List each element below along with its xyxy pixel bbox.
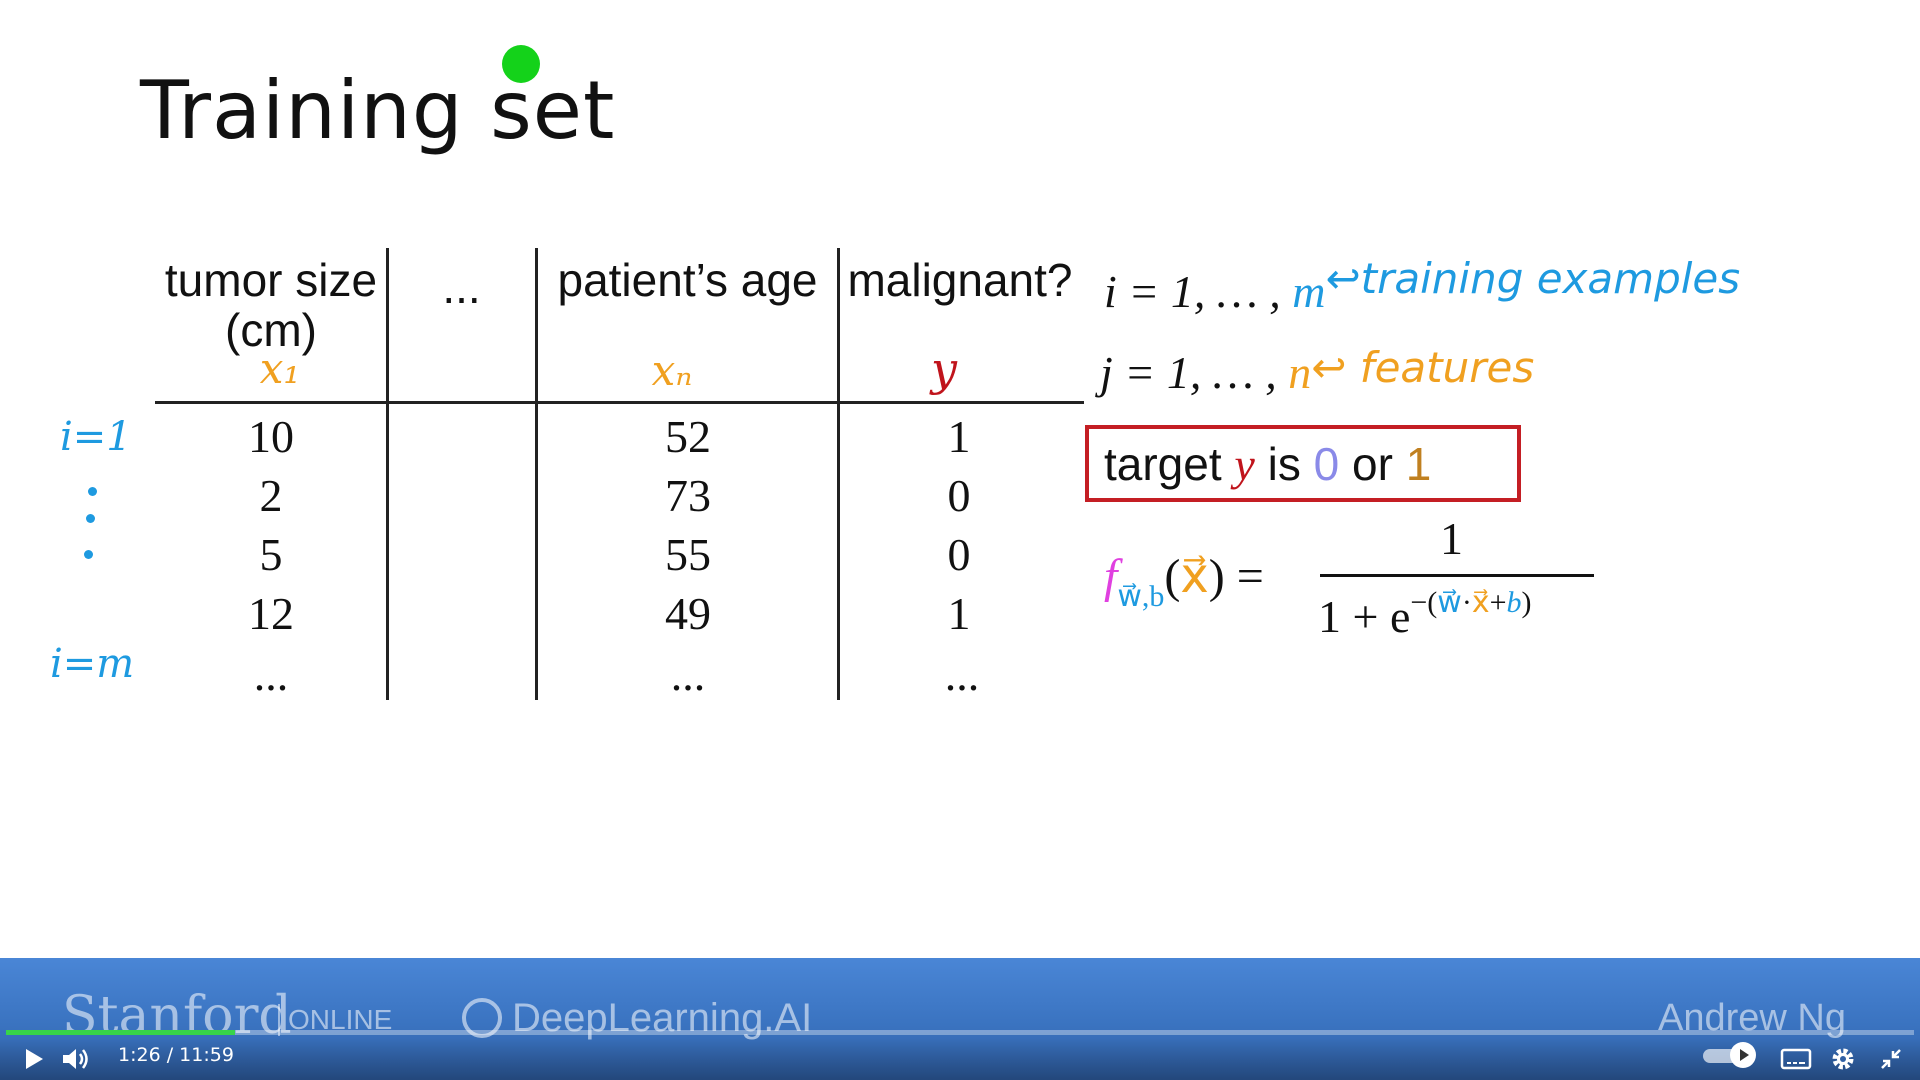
exp-b: b [1506,586,1522,619]
index-last-label: i=m [50,641,135,687]
cell-malignant: 1 [947,411,971,462]
cell-tumor-size: 5 [259,529,283,580]
formula-x: x⃗ [1180,550,1209,603]
header-patient-age: patient’s age [557,254,818,306]
target-text-1: target [1104,438,1235,490]
progress-bar[interactable] [6,1030,1914,1035]
feature-x1: x₁ [259,344,301,393]
cell-tumor-size: 10 [248,411,294,462]
exp-dot: · [1461,586,1472,619]
j-range-text: j = 1, … , [1100,347,1289,398]
cell-tumor-size: 2 [259,470,283,521]
slide-title: Training set [140,64,616,157]
time-separator: / [166,1044,174,1066]
progress-fill [6,1030,235,1035]
ellipsis-dot [86,514,95,523]
cell-age: 49 [665,588,711,639]
cell-malignant: 0 [947,470,971,521]
formula-lhs: fw⃗,b(x⃗) = [1104,548,1264,614]
formula-subscript: w⃗,b [1117,580,1165,613]
table-header-rule [155,401,1084,404]
time-display: 1:26 / 11:59 [118,1044,234,1066]
exp-x: x⃗ [1471,586,1490,619]
target-text-3: or [1339,438,1406,490]
i-range-text: i = 1, … , [1104,266,1293,317]
features-note: ↩ features [1311,343,1535,392]
cell-malignant: 0 [947,529,971,580]
training-examples-note: ↩training examples [1325,254,1741,303]
j-range-n: n [1288,347,1312,398]
formula-numerator: 1 [1440,513,1463,564]
cell-age: 55 [665,529,711,580]
cell-malignant: ... [944,649,980,700]
j-range: j = 1, … , n↩ features [1100,343,1535,399]
pointer-dot [502,45,540,83]
player-controls [0,1038,1920,1080]
formula-open: ( [1164,550,1181,603]
slide: Training set tumor size (cm) ... patient… [0,0,1920,958]
target-statement: target y is 0 or 1 [1104,437,1431,491]
exp-w: w⃗ [1437,586,1462,619]
formula-f: f [1104,550,1118,603]
formula-denominator: 1 + e−(w⃗·x⃗+b) [1318,585,1532,643]
denom-base: 1 + e [1318,591,1411,642]
exp-close: ) [1521,586,1532,619]
exp-plus: + [1489,586,1507,619]
cell-malignant: 1 [947,588,971,639]
target-y-label: y [931,342,957,396]
stanford-logo: Stanford [62,986,292,1046]
index-first-label: i=1 [60,414,132,460]
captions-icon[interactable] [1779,1044,1813,1074]
fraction-bar [1320,574,1594,577]
cell-age: 52 [665,411,711,462]
header-malignant: malignant? [847,254,1073,306]
cell-tumor-size: ... [253,649,289,700]
target-y: y [1234,439,1255,490]
exp-minus: −( [1410,586,1438,619]
target-text-2: is [1254,438,1314,490]
formula-close: ) = [1208,550,1264,603]
cell-age: 73 [665,470,711,521]
ellipsis-dot [88,487,97,496]
duration: 11:59 [179,1044,234,1066]
autoplay-knob-icon[interactable] [1730,1042,1756,1068]
gear-icon[interactable] [1828,1044,1858,1074]
feature-xn: xₙ [651,346,693,395]
play-icon[interactable] [18,1044,48,1074]
volume-icon[interactable] [60,1044,92,1074]
current-time: 1:26 [118,1044,161,1066]
ellipsis-dot [84,550,93,559]
table-divider-3 [837,248,840,700]
header-ellipsis: ... [442,261,481,313]
target-one: 1 [1405,438,1432,490]
header-tumor-size: tumor size (cm) [164,254,378,356]
denom-exponent: −(w⃗·x⃗+b) [1410,586,1531,619]
cell-tumor-size: 12 [248,588,294,639]
cell-age: ... [670,649,706,700]
table-divider-2 [535,248,538,700]
i-range: i = 1, … , m↩training examples [1104,254,1740,318]
exit-fullscreen-icon[interactable] [1876,1044,1906,1074]
target-zero: 0 [1313,438,1340,490]
i-range-m: m [1292,266,1326,317]
